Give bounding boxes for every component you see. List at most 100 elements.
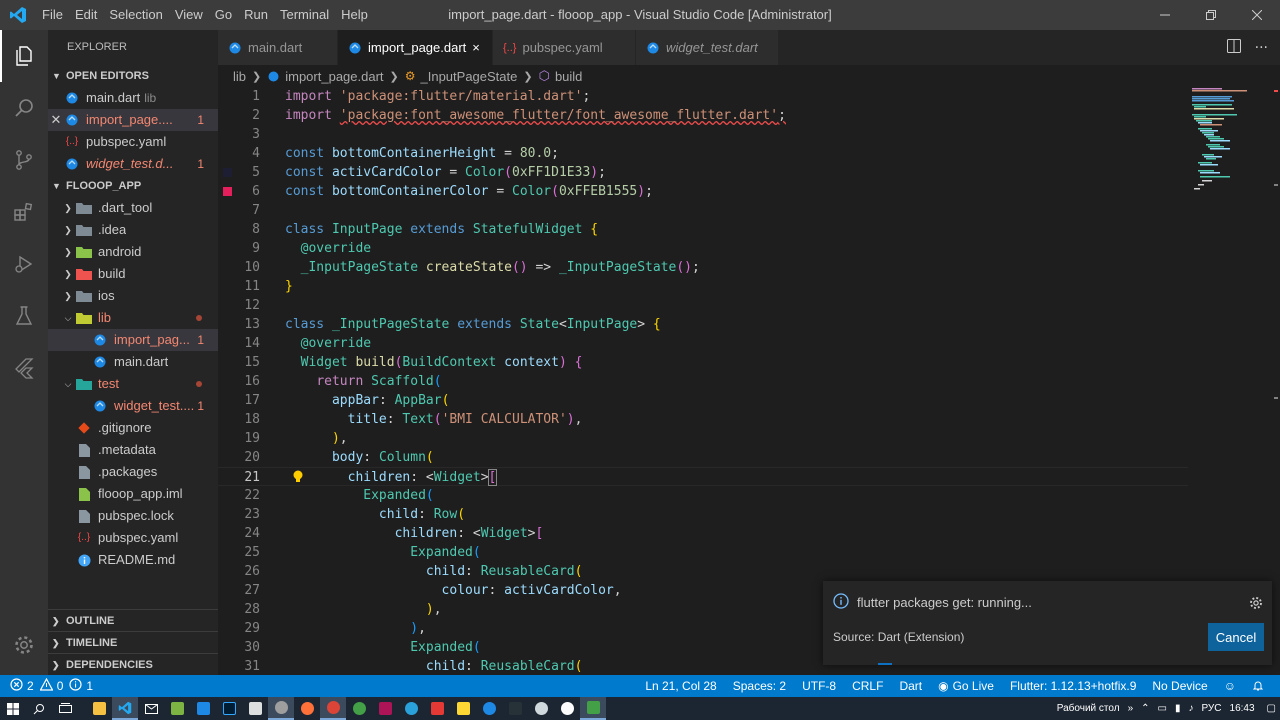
- tree-folder-android[interactable]: ❯ android: [48, 241, 218, 263]
- tree-folder-idea[interactable]: ❯ .idea: [48, 219, 218, 241]
- action-center-icon[interactable]: ▢: [1267, 703, 1276, 714]
- menu-go[interactable]: Go: [209, 0, 238, 30]
- encoding[interactable]: UTF-8: [794, 675, 844, 697]
- tree-file-pubspec-yaml[interactable]: {..} pubspec.yaml: [48, 527, 218, 549]
- breadcrumb-lib[interactable]: lib: [233, 69, 246, 84]
- split-editor-icon[interactable]: [1226, 38, 1241, 57]
- task-view-icon[interactable]: [52, 697, 78, 720]
- outline-header[interactable]: ❯ OUTLINE: [48, 609, 218, 631]
- open-editor-widget-test[interactable]: widget_test.d... 1: [48, 153, 218, 175]
- chrome-icon[interactable]: [320, 697, 346, 720]
- app-icon[interactable]: [164, 697, 190, 720]
- clock[interactable]: 16:43: [1230, 703, 1255, 714]
- tab-main-dart[interactable]: main.dart: [218, 30, 338, 65]
- run-debug-icon[interactable]: [0, 238, 48, 290]
- timeline-header[interactable]: ❯ TIMELINE: [48, 631, 218, 653]
- notifications-bell-icon[interactable]: [1244, 680, 1272, 692]
- tree-folder-build[interactable]: ❯ build: [48, 263, 218, 285]
- tree-folder-lib[interactable]: ⌵ lib: [48, 307, 218, 329]
- cursor-position[interactable]: Ln 21, Col 28: [637, 675, 724, 697]
- app-icon[interactable]: [554, 697, 580, 720]
- settings-icon[interactable]: [528, 697, 554, 720]
- tab-pubspec[interactable]: {..} pubspec.yaml: [493, 30, 636, 65]
- tree-folder-test[interactable]: ⌵ test: [48, 373, 218, 395]
- app-icon[interactable]: [268, 697, 294, 720]
- project-header[interactable]: ▼ FLOOOP_APP: [48, 175, 218, 197]
- tab-close-icon[interactable]: ×: [472, 40, 480, 55]
- menu-file[interactable]: File: [36, 0, 69, 30]
- testing-flask-icon[interactable]: [0, 290, 48, 342]
- flutter-version[interactable]: Flutter: 1.12.13+hotfix.9: [1002, 675, 1144, 697]
- tree-file-import-page[interactable]: import_pag... 1: [48, 329, 218, 351]
- flutter-icon[interactable]: [0, 342, 48, 394]
- search-icon[interactable]: [0, 82, 48, 134]
- tree-file-main-dart[interactable]: main.dart: [48, 351, 218, 373]
- breadcrumb-method[interactable]: build: [555, 69, 582, 84]
- tab-widget-test[interactable]: widget_test.dart: [636, 30, 779, 65]
- app-icon[interactable]: [450, 697, 476, 720]
- feedback-icon[interactable]: ☺: [1216, 675, 1244, 697]
- input-language[interactable]: РУС: [1201, 703, 1221, 714]
- menu-run[interactable]: Run: [238, 0, 274, 30]
- app-icon[interactable]: [424, 697, 450, 720]
- volume-icon[interactable]: ♪: [1188, 703, 1193, 714]
- close-icon[interactable]: ✕: [48, 109, 64, 131]
- app-icon[interactable]: [372, 697, 398, 720]
- app-icon[interactable]: [190, 697, 216, 720]
- tree-folder-dart-tool[interactable]: ❯ .dart_tool: [48, 197, 218, 219]
- battery-icon[interactable]: ▮: [1175, 703, 1181, 714]
- windows-start-icon[interactable]: [0, 697, 26, 720]
- explorer-icon[interactable]: [0, 30, 48, 82]
- telegram-icon[interactable]: [398, 697, 424, 720]
- menu-view[interactable]: View: [169, 0, 209, 30]
- breadcrumb-class[interactable]: _InputPageState: [421, 69, 518, 84]
- firefox-icon[interactable]: [294, 697, 320, 720]
- problems-indicator[interactable]: 2 0 1: [0, 677, 93, 694]
- menu-help[interactable]: Help: [335, 0, 374, 30]
- go-live-button[interactable]: ◉ Go Live: [930, 675, 1002, 697]
- tree-file-iml[interactable]: flooop_app.iml: [48, 483, 218, 505]
- app-icon[interactable]: [580, 697, 606, 720]
- open-editor-main-dart[interactable]: main.dart lib: [48, 87, 218, 109]
- tree-file-metadata[interactable]: .metadata: [48, 439, 218, 461]
- mail-icon[interactable]: [138, 697, 164, 720]
- network-icon[interactable]: ▭: [1158, 703, 1167, 714]
- vscode-taskbar-icon[interactable]: [112, 697, 138, 720]
- tree-file-widget-test[interactable]: widget_test.... 1: [48, 395, 218, 417]
- language-mode[interactable]: Dart: [891, 675, 930, 697]
- cancel-button[interactable]: Cancel: [1208, 623, 1264, 651]
- breadcrumb-file[interactable]: import_page.dart: [285, 69, 383, 84]
- tree-file-pubspec-lock[interactable]: pubspec.lock: [48, 505, 218, 527]
- source-control-icon[interactable]: [0, 134, 48, 186]
- tab-import-page[interactable]: import_page.dart ×: [338, 30, 493, 65]
- menu-terminal[interactable]: Terminal: [274, 0, 335, 30]
- end-of-line[interactable]: CRLF: [844, 675, 891, 697]
- close-window-button[interactable]: [1234, 0, 1280, 30]
- edge-icon[interactable]: [476, 697, 502, 720]
- tray-expand-icon[interactable]: ⌃: [1141, 703, 1149, 714]
- search-icon[interactable]: [26, 697, 52, 720]
- menu-edit[interactable]: Edit: [69, 0, 103, 30]
- settings-gear-icon[interactable]: [0, 619, 48, 671]
- gear-icon[interactable]: [1248, 595, 1264, 614]
- tree-file-readme[interactable]: README.md: [48, 549, 218, 571]
- app-icon[interactable]: [346, 697, 372, 720]
- dependencies-header[interactable]: ❯ DEPENDENCIES: [48, 653, 218, 675]
- open-editor-import-page[interactable]: ✕ import_page.... 1: [48, 109, 218, 131]
- device-selector[interactable]: No Device: [1144, 675, 1215, 697]
- extensions-icon[interactable]: [0, 186, 48, 238]
- indentation[interactable]: Spaces: 2: [725, 675, 794, 697]
- restore-button[interactable]: [1188, 0, 1234, 30]
- tree-folder-ios[interactable]: ❯ ios: [48, 285, 218, 307]
- minimize-button[interactable]: [1142, 0, 1188, 30]
- tree-file-gitignore[interactable]: .gitignore: [48, 417, 218, 439]
- app-icon[interactable]: [502, 697, 528, 720]
- photoshop-icon[interactable]: [216, 697, 242, 720]
- open-editor-pubspec[interactable]: {..} pubspec.yaml: [48, 131, 218, 153]
- chevron-up-icon[interactable]: »: [1128, 703, 1134, 714]
- desktop-toolbar-label[interactable]: Рабочий стол: [1057, 703, 1120, 714]
- file-explorer-icon[interactable]: [86, 697, 112, 720]
- store-icon[interactable]: [242, 697, 268, 720]
- open-editors-header[interactable]: ▼ OPEN EDITORS: [48, 65, 218, 87]
- more-actions-icon[interactable]: ···: [1255, 40, 1268, 56]
